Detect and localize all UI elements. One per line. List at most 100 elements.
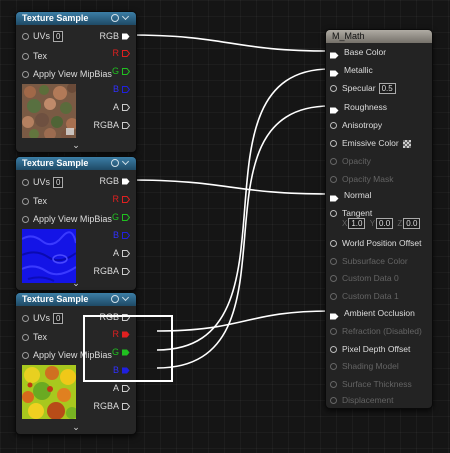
node-header[interactable]: Texture Sample: [16, 12, 136, 25]
pin-roughness[interactable]: Roughness: [330, 100, 387, 114]
tex-input[interactable]: Tex: [22, 194, 47, 208]
pin-opacity[interactable]: Opacity: [330, 154, 371, 168]
node-header[interactable]: Texture Sample: [16, 157, 136, 170]
pin-world-position-offset[interactable]: World Position Offset: [330, 236, 422, 250]
pin-refraction[interactable]: Refraction (Disabled): [330, 324, 422, 338]
g-pin-icon[interactable]: [122, 214, 130, 222]
output-rgba[interactable]: RGBA: [93, 399, 130, 413]
input-pin-icon[interactable]: [22, 198, 29, 206]
output-b[interactable]: B: [113, 228, 130, 242]
output-r[interactable]: R: [113, 192, 130, 206]
rgba-pin-icon[interactable]: [122, 122, 130, 130]
pin-surface-thickness[interactable]: Surface Thickness: [330, 377, 412, 391]
a-pin-icon[interactable]: [122, 104, 130, 112]
tex-input[interactable]: Tex: [22, 330, 47, 344]
tangent-vector-fields[interactable]: X 1.0 Y 0.0 Z 0.0: [342, 217, 421, 231]
connected-pin-icon[interactable]: [330, 192, 339, 202]
pin-shading-model[interactable]: Shading Model: [330, 359, 399, 373]
input-pin-icon[interactable]: [330, 240, 337, 248]
uvs-input[interactable]: UVs 0: [22, 175, 64, 189]
preview-toggle-icon[interactable]: [111, 295, 119, 303]
input-pin-icon[interactable]: [330, 293, 337, 301]
output-b[interactable]: B: [113, 82, 130, 96]
tangent-y-field[interactable]: 0.0: [376, 218, 394, 230]
input-pin-icon[interactable]: [330, 158, 337, 166]
uvs-value[interactable]: 0: [53, 31, 64, 43]
pin-pixel-depth-offset[interactable]: Pixel Depth Offset: [330, 342, 410, 356]
input-pin-icon[interactable]: [330, 210, 337, 218]
uvs-value[interactable]: 0: [53, 177, 64, 189]
connected-pin-icon[interactable]: [330, 310, 339, 320]
pin-opacity-mask[interactable]: Opacity Mask: [330, 172, 394, 186]
uvs-input[interactable]: UVs 0: [22, 29, 64, 43]
pin-anisotropy[interactable]: Anisotropy: [330, 118, 382, 132]
collapse-icon[interactable]: [122, 14, 130, 22]
output-rgba[interactable]: RGBA: [93, 118, 130, 132]
output-a[interactable]: A: [113, 100, 130, 114]
collapse-icon[interactable]: [122, 159, 130, 167]
material-result-node[interactable]: M_Math Base Color Metallic Specular 0.5 R…: [325, 29, 433, 409]
rgb-pin-icon[interactable]: [122, 33, 130, 40]
output-rgba[interactable]: RGBA: [93, 264, 130, 278]
output-g[interactable]: G: [112, 210, 130, 224]
input-pin-icon[interactable]: [22, 33, 29, 41]
pin-normal[interactable]: Normal: [330, 188, 371, 202]
input-pin-icon[interactable]: [330, 122, 337, 130]
expand-arrow-icon[interactable]: ⌄: [16, 278, 136, 289]
apply-view-mipbias-input[interactable]: Apply View MipBias: [22, 67, 112, 81]
input-pin-icon[interactable]: [22, 352, 29, 360]
output-a[interactable]: A: [113, 246, 130, 260]
uvs-input[interactable]: UVs 0: [22, 311, 64, 325]
rgba-pin-icon[interactable]: [122, 268, 130, 276]
r-pin-icon[interactable]: [122, 196, 130, 204]
node-header[interactable]: Texture Sample: [16, 293, 136, 306]
tex-input[interactable]: Tex: [22, 49, 47, 63]
texture-sample-node-1[interactable]: Texture Sample UVs 0 Tex Apply View MipBi…: [15, 11, 137, 153]
rgba-pin-icon[interactable]: [122, 403, 130, 411]
output-rgb[interactable]: RGB: [99, 29, 130, 43]
node-header[interactable]: M_Math: [326, 30, 432, 43]
expand-arrow-icon[interactable]: ⌄: [16, 140, 136, 151]
pin-emissive-color[interactable]: Emissive Color: [330, 136, 411, 150]
pin-subsurface-color[interactable]: Subsurface Color: [330, 254, 408, 268]
input-pin-icon[interactable]: [330, 397, 337, 405]
g-pin-icon[interactable]: [122, 68, 130, 76]
output-g[interactable]: G: [112, 64, 130, 78]
apply-view-mipbias-input[interactable]: Apply View MipBias: [22, 212, 112, 226]
tangent-x-field[interactable]: 1.0: [348, 218, 366, 230]
input-pin-icon[interactable]: [22, 71, 29, 79]
input-pin-icon[interactable]: [22, 216, 29, 224]
pin-metallic[interactable]: Metallic: [330, 63, 373, 77]
pin-custom-data-1[interactable]: Custom Data 1: [330, 289, 399, 303]
collapse-icon[interactable]: [122, 295, 130, 303]
b-pin-icon[interactable]: [122, 232, 130, 240]
rgb-pin-icon[interactable]: [122, 178, 130, 185]
texture-sample-node-2[interactable]: Texture Sample UVs 0 Tex Apply View MipBi…: [15, 156, 137, 291]
tangent-z-field[interactable]: 0.0: [403, 218, 421, 230]
input-pin-icon[interactable]: [22, 53, 29, 61]
pin-specular[interactable]: Specular 0.5: [330, 81, 396, 95]
pin-base-color[interactable]: Base Color: [330, 45, 386, 59]
b-pin-icon[interactable]: [122, 86, 130, 94]
specular-value[interactable]: 0.5: [378, 83, 396, 95]
input-pin-icon[interactable]: [330, 346, 337, 354]
connected-pin-icon[interactable]: [330, 49, 339, 59]
r-pin-icon[interactable]: [122, 50, 130, 58]
connected-pin-icon[interactable]: [330, 67, 339, 77]
output-r[interactable]: R: [113, 46, 130, 60]
input-pin-icon[interactable]: [330, 275, 337, 283]
input-pin-icon[interactable]: [22, 334, 29, 342]
color-swatch-icon[interactable]: [402, 139, 411, 148]
preview-toggle-icon[interactable]: [111, 14, 119, 22]
expand-arrow-icon[interactable]: ⌄: [16, 422, 136, 433]
preview-toggle-icon[interactable]: [111, 159, 119, 167]
input-pin-icon[interactable]: [330, 363, 337, 371]
pin-custom-data-0[interactable]: Custom Data 0: [330, 271, 399, 285]
output-rgb[interactable]: RGB: [99, 174, 130, 188]
input-pin-icon[interactable]: [22, 315, 29, 323]
input-pin-icon[interactable]: [330, 140, 337, 148]
input-pin-icon[interactable]: [330, 328, 337, 336]
input-pin-icon[interactable]: [330, 176, 337, 184]
a-pin-icon[interactable]: [122, 385, 130, 393]
input-pin-icon[interactable]: [22, 179, 29, 187]
